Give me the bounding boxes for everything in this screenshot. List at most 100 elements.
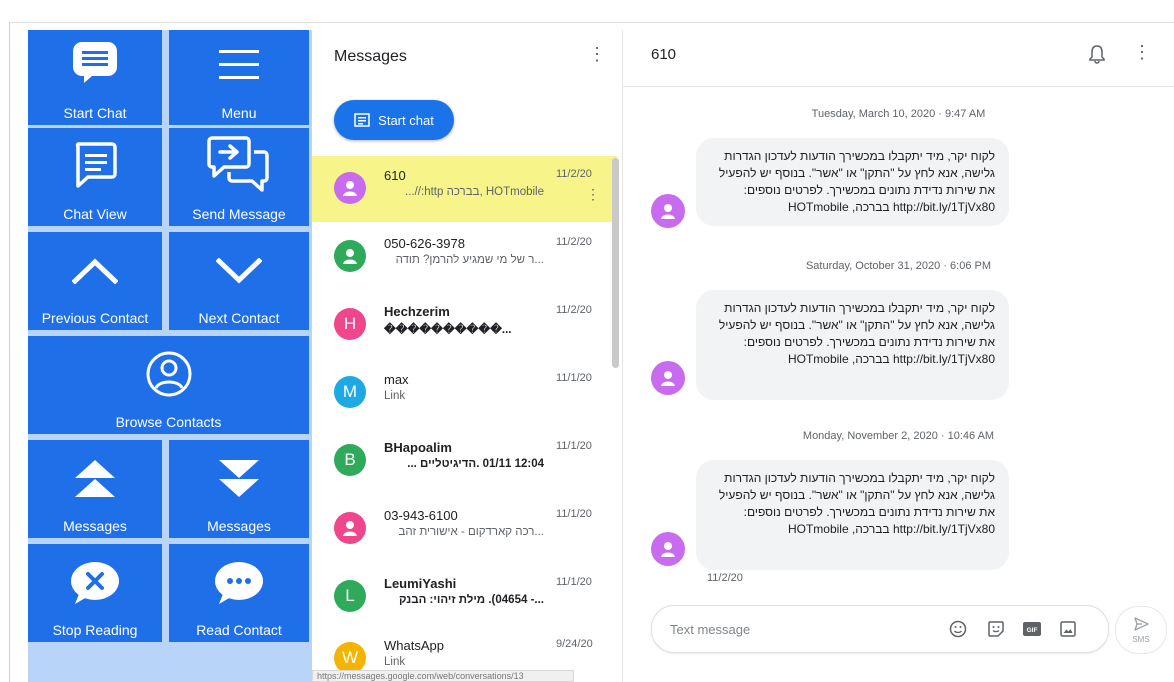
tile-label: Chat View — [63, 206, 127, 222]
conversation-date: 11/2/20 — [556, 304, 592, 316]
conversation-list-pane: Messages ⋮ Start chat 610 HOTmobile ,בבר… — [312, 30, 623, 682]
chat-pane: 610 ⋮ Tuesday, March 10, 2020 · 9:47 AM … — [623, 30, 1174, 682]
list-title: Messages — [334, 48, 407, 65]
double-down-icon — [169, 458, 309, 500]
conversation-snippet: ...ר של מי שמגיע להרמן? תודה — [395, 254, 544, 266]
tile-label: Start Chat — [63, 105, 127, 121]
stop-reading-tile[interactable]: Stop Reading — [28, 544, 162, 642]
conversation-name: 03-943-6100 — [384, 508, 458, 523]
gif-icon[interactable]: GIF — [1022, 619, 1042, 639]
message-bubble: לקוח יקר, מיד יתקבלו במכשירך הודעות לעדכ… — [696, 138, 1009, 226]
svg-text:GIF: GIF — [1027, 627, 1038, 634]
conversation-date: 11/2/20 — [556, 168, 592, 180]
conversation-snippet: HOTmobile ,בברכה http://... — [405, 186, 544, 198]
tile-label: Read Contact — [196, 622, 282, 638]
messages-up-tile[interactable]: Messages — [28, 440, 162, 538]
tile-label: Messages — [63, 518, 127, 534]
browse-contacts-tile[interactable]: Browse Contacts — [28, 336, 309, 434]
send-icon — [1134, 617, 1149, 631]
avatar: L — [334, 580, 366, 612]
sender-avatar — [651, 361, 685, 395]
start-chat-label: Start chat — [378, 112, 434, 128]
chat-view-tile[interactable]: Chat View — [28, 128, 162, 226]
conversation-item[interactable]: L LeumiYashi ...- 04654). מילת זיהוי: הב… — [312, 564, 617, 630]
chat-view-icon — [28, 140, 162, 190]
avatar — [334, 240, 366, 272]
tile-label: Browse Contacts — [115, 414, 222, 430]
conversation-name: max — [384, 372, 409, 387]
tile-label: Next Contact — [198, 310, 280, 326]
date-separator: Saturday, October 31, 2020 · 6:06 PM — [805, 260, 992, 272]
ellipsis-bubble-icon — [169, 560, 309, 606]
conversation-item-610[interactable]: 610 HOTmobile ,בברכה http://... 11/2/20 … — [312, 156, 617, 222]
conversation-name: Hechzerim — [384, 304, 450, 319]
conversation-name: LeumiYashi — [384, 576, 457, 591]
conversation-item[interactable]: H Hechzerim ����������... 11/2/20 — [312, 292, 617, 358]
send-message-tile[interactable]: Send Message — [169, 128, 309, 226]
messages-down-tile[interactable]: Messages — [169, 440, 309, 538]
accessibility-panel: Start Chat Menu Chat View Send Message P… — [28, 30, 312, 682]
image-icon[interactable] — [1058, 619, 1078, 639]
conversation-name: WhatsApp — [384, 638, 444, 653]
chat-icon — [354, 113, 370, 127]
message-input[interactable]: Text message — [670, 622, 750, 637]
conversation-more-icon[interactable]: ⋮ — [586, 186, 600, 203]
message-timestamp: 11/2/20 — [707, 572, 743, 584]
message-bubble: לקוח יקר, מיד יתקבלו במכשירך הודעות לעדכ… — [696, 460, 1009, 570]
conversation-item[interactable]: B BHapoalim 12:04 01/11 .הדיגיטליים ... … — [312, 428, 617, 494]
avatar: M — [334, 376, 366, 408]
stop-bubble-icon — [28, 560, 162, 606]
divider — [10, 22, 1174, 23]
sender-avatar — [651, 532, 685, 566]
send-sms-button[interactable]: SMS — [1115, 606, 1167, 654]
conversation-item[interactable]: 050-626-3978 ...ר של מי שמגיע להרמן? תוד… — [312, 224, 617, 290]
tile-label: Menu — [221, 105, 257, 121]
send-message-icon — [169, 134, 309, 194]
person-circle-icon — [28, 350, 309, 398]
conversation-snippet: Link — [384, 656, 406, 668]
conversation-snippet: ...רכה קארדקום - אישורית זהב — [398, 526, 544, 538]
divider — [9, 22, 10, 682]
app-window: Start Chat Menu Chat View Send Message P… — [0, 0, 1174, 682]
compose-box[interactable]: Text message GIF — [651, 605, 1109, 653]
conversation-item[interactable]: M max Link 11/1/20 — [312, 360, 617, 426]
date-separator: Tuesday, March 10, 2020 · 9:47 AM — [811, 108, 986, 120]
avatar — [334, 172, 366, 204]
read-contact-tile[interactable]: Read Contact — [169, 544, 309, 642]
conversation-snippet: 12:04 01/11 .הדיגיטליים ... — [407, 458, 544, 470]
conversation-snippet: ...- 04654). מילת זיהוי: הבנק — [398, 594, 544, 606]
previous-contact-tile[interactable]: Previous Contact — [28, 232, 162, 330]
conversation-date: 11/1/20 — [556, 372, 592, 384]
tile-label: Stop Reading — [52, 622, 138, 638]
status-url: https://messages.google.com/web/conversa… — [312, 670, 574, 682]
chevron-down-icon — [169, 258, 309, 284]
menu-tile[interactable]: Menu — [169, 30, 309, 125]
chat-bubble-icon — [28, 40, 162, 84]
sticker-icon[interactable] — [986, 619, 1006, 639]
conversation-name: 050-626-3978 — [384, 236, 465, 251]
more-options-icon[interactable]: ⋮ — [587, 44, 607, 68]
tile-label: Previous Contact — [41, 310, 149, 326]
tile-label: Send Message — [192, 206, 286, 222]
more-options-icon[interactable]: ⋮ — [1133, 42, 1151, 63]
conversation-snippet: Link — [384, 390, 406, 402]
conversation-item[interactable]: 03-943-6100 ...רכה קארדקום - אישורית זהב… — [312, 496, 617, 562]
scrollbar[interactable] — [612, 158, 619, 368]
chat-title: 610 — [651, 46, 677, 63]
date-separator: Monday, November 2, 2020 · 10:46 AM — [802, 430, 995, 442]
sender-avatar — [651, 194, 685, 228]
avatar — [334, 512, 366, 544]
avatar: H — [334, 308, 366, 340]
conversation-snippet: ����������... — [384, 324, 512, 336]
conversation-date: 9/24/20 — [556, 638, 593, 650]
chevron-up-icon — [28, 258, 162, 284]
start-chat-tile[interactable]: Start Chat — [28, 30, 162, 125]
bell-icon[interactable] — [1089, 44, 1105, 69]
start-chat-button[interactable]: Start chat — [334, 100, 454, 140]
conversation-date: 11/1/20 — [556, 576, 592, 588]
conversation-date: 11/2/20 — [556, 236, 592, 248]
conversation-name: 610 — [384, 168, 406, 183]
emoji-icon[interactable] — [948, 619, 968, 639]
next-contact-tile[interactable]: Next Contact — [169, 232, 309, 330]
double-up-icon — [28, 458, 162, 500]
